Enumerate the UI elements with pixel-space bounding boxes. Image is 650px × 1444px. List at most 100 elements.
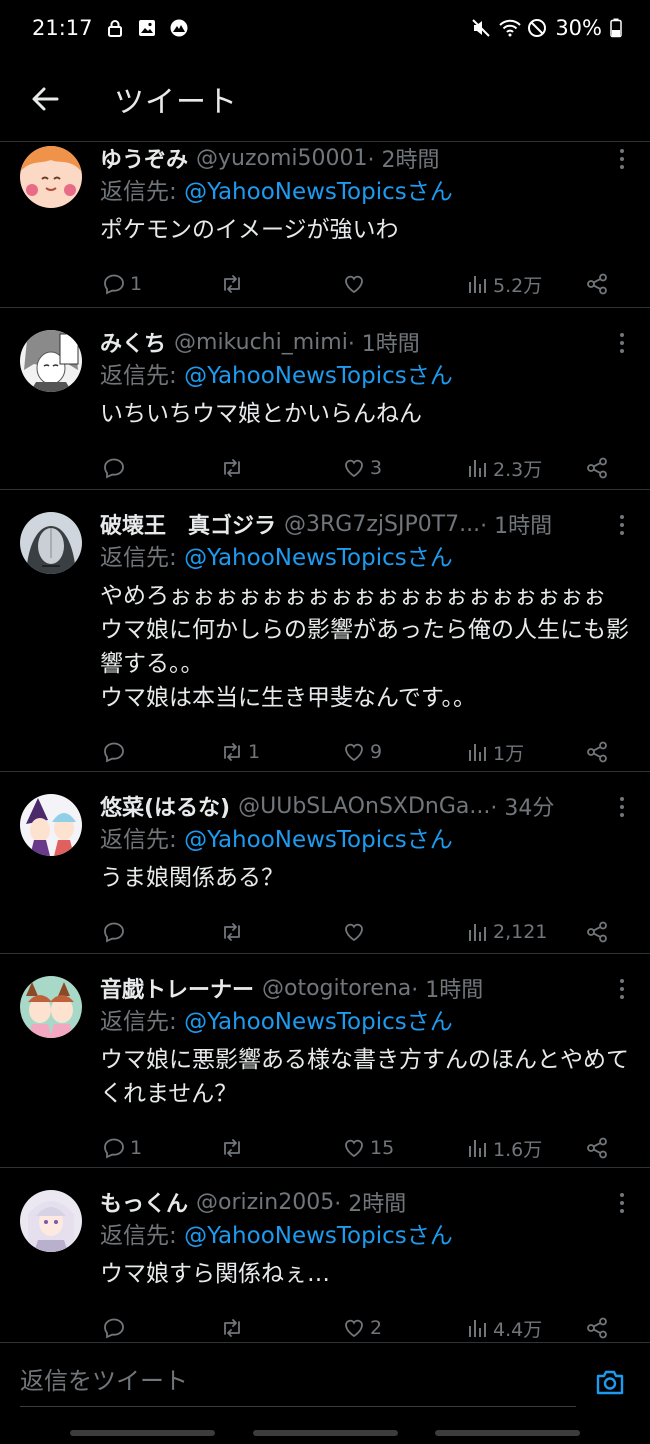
retweet-button[interactable] bbox=[220, 909, 248, 955]
retweet-button[interactable]: 1 bbox=[220, 729, 260, 775]
tweet-item[interactable]: 破壊王 真ゴジラ @3RG7zjSJP0T7... · 1時間 返信先: @Ya… bbox=[0, 490, 650, 772]
tweet-author-name[interactable]: 音戯トレーナー bbox=[100, 972, 254, 1004]
tweet-author-name[interactable]: みくち bbox=[100, 326, 166, 358]
nav-segment-recents[interactable] bbox=[435, 1430, 580, 1436]
replying-to-link[interactable]: @YahooNewsTopicsさん bbox=[184, 545, 453, 571]
more-options-button[interactable] bbox=[610, 510, 634, 540]
more-options-button[interactable] bbox=[610, 328, 634, 358]
tweet-time: · 1時間 bbox=[347, 332, 420, 357]
retweet-button[interactable] bbox=[220, 1125, 248, 1171]
tweet-author-handle[interactable]: @mikuchi_mimi bbox=[174, 330, 348, 355]
replying-to-link[interactable]: @YahooNewsTopicsさん bbox=[184, 363, 453, 389]
like-button[interactable]: 9 bbox=[342, 729, 382, 775]
nav-segment-home[interactable] bbox=[253, 1430, 398, 1436]
tweet-actions: 2 4.4万 bbox=[100, 1305, 650, 1342]
tweet-item[interactable]: ゆうぞみ @yuzomi50001 · 2時間 返信先: @YahooNewsT… bbox=[0, 142, 650, 308]
avatar[interactable] bbox=[20, 976, 82, 1038]
heart-icon bbox=[345, 459, 363, 478]
tweet-time: · 1時間 bbox=[411, 978, 484, 1003]
replying-to-link[interactable]: @YahooNewsTopicsさん bbox=[184, 1009, 453, 1035]
tweet-author-name[interactable]: 破壊王 真ゴジラ bbox=[100, 508, 276, 540]
share-icon bbox=[587, 1317, 607, 1339]
reply-input[interactable] bbox=[20, 1356, 576, 1407]
reply-button[interactable] bbox=[102, 909, 130, 955]
replying-to: 返信先: @YahooNewsTopicsさん bbox=[100, 358, 650, 394]
replying-to-label: 返信先: bbox=[100, 1009, 185, 1035]
share-button[interactable] bbox=[585, 445, 609, 491]
reply-button[interactable]: 1 bbox=[102, 1125, 142, 1171]
more-options-button[interactable] bbox=[610, 1188, 634, 1218]
tweet-author-handle[interactable]: @otogitorena bbox=[262, 976, 411, 1001]
tweet-time: · 2時間 bbox=[334, 1192, 407, 1217]
tweet-author-name[interactable]: 悠菜(はるな) bbox=[100, 790, 230, 822]
tweet-item[interactable]: 悠菜(はるな) @UUbSLAOnSXDnGa... · 34分 返信先: @Y… bbox=[0, 772, 650, 954]
tweet-author-handle[interactable]: @3RG7zjSJP0T7... bbox=[284, 512, 480, 537]
like-count: 2 bbox=[370, 1317, 383, 1339]
tweet-author-handle[interactable]: @UUbSLAOnSXDnGa... bbox=[238, 794, 490, 819]
views-button[interactable]: 1.6万 bbox=[465, 1125, 542, 1171]
reply-feed[interactable]: ゆうぞみ @yuzomi50001 · 2時間 返信先: @YahooNewsT… bbox=[0, 142, 650, 1342]
reply-icon bbox=[104, 1318, 124, 1339]
replying-to-link[interactable]: @YahooNewsTopicsさん bbox=[184, 1223, 453, 1249]
replying-to-link[interactable]: @YahooNewsTopicsさん bbox=[184, 179, 453, 205]
tweet-item[interactable]: もっくん @orizin2005 · 2時間 返信先: @YahooNewsTo… bbox=[0, 1168, 650, 1342]
battery-percent: 30% bbox=[555, 16, 602, 40]
more-options-button[interactable] bbox=[610, 144, 634, 174]
like-button[interactable]: 15 bbox=[342, 1125, 394, 1171]
avatar[interactable] bbox=[20, 330, 82, 392]
views-button[interactable]: 2.3万 bbox=[465, 445, 542, 491]
reply-button[interactable] bbox=[102, 445, 130, 491]
mute-icon bbox=[471, 18, 491, 38]
share-icon bbox=[587, 273, 607, 295]
reply-icon bbox=[104, 1138, 124, 1159]
share-button[interactable] bbox=[585, 1125, 609, 1171]
reply-composer bbox=[0, 1342, 650, 1420]
heart-icon bbox=[345, 923, 363, 942]
views-button[interactable]: 4.4万 bbox=[465, 1305, 542, 1342]
status-time: 21:17 bbox=[32, 16, 93, 40]
tweet-item[interactable]: 音戯トレーナー @otogitorena · 1時間 返信先: @YahooNe… bbox=[0, 954, 650, 1168]
camera-button[interactable] bbox=[590, 1362, 630, 1402]
tweet-author-name[interactable]: ゆうぞみ bbox=[100, 142, 188, 174]
nav-segment-back[interactable] bbox=[70, 1430, 215, 1436]
replying-to-label: 返信先: bbox=[100, 827, 185, 853]
reply-button[interactable] bbox=[102, 729, 130, 775]
tweet-author-handle[interactable]: @yuzomi50001 bbox=[196, 146, 368, 171]
views-button[interactable]: 2,121 bbox=[465, 909, 547, 955]
tweet-author-name[interactable]: もっくん bbox=[100, 1186, 188, 1218]
share-button[interactable] bbox=[585, 729, 609, 775]
avatar[interactable] bbox=[20, 146, 82, 208]
retweet-button[interactable] bbox=[220, 445, 248, 491]
avatar[interactable] bbox=[20, 512, 82, 574]
tweet-time: · 2時間 bbox=[367, 148, 440, 173]
like-button[interactable]: 3 bbox=[342, 445, 382, 491]
share-button[interactable] bbox=[585, 1305, 609, 1342]
retweet-button[interactable] bbox=[220, 1305, 248, 1342]
more-options-button[interactable] bbox=[610, 974, 634, 1004]
share-icon bbox=[587, 741, 607, 763]
tweet-text: うま娘関係ある？ bbox=[100, 865, 284, 891]
replying-to-link[interactable]: @YahooNewsTopicsさん bbox=[184, 827, 453, 853]
views-button[interactable]: 1万 bbox=[465, 729, 524, 775]
reply-icon bbox=[104, 922, 124, 943]
like-button[interactable] bbox=[342, 909, 370, 955]
more-options-button[interactable] bbox=[610, 792, 634, 822]
share-button[interactable] bbox=[585, 261, 609, 307]
reply-icon bbox=[104, 742, 124, 763]
retweet-button[interactable] bbox=[220, 261, 248, 307]
analytics-icon bbox=[469, 744, 486, 761]
tweet-actions: 1 9 1万 bbox=[100, 729, 650, 775]
avatar[interactable] bbox=[20, 794, 82, 856]
share-button[interactable] bbox=[585, 909, 609, 955]
back-button[interactable] bbox=[0, 56, 90, 142]
view-count: 4.4万 bbox=[493, 1318, 543, 1341]
reply-button[interactable]: 1 bbox=[102, 261, 142, 307]
tweet-item[interactable]: みくち @mikuchi_mimi · 1時間 返信先: @YahooNewsT… bbox=[0, 308, 650, 490]
tweet-author-handle[interactable]: @orizin2005 bbox=[196, 1190, 334, 1215]
like-button[interactable] bbox=[342, 261, 370, 307]
view-count: 5.2万 bbox=[493, 274, 543, 297]
views-button[interactable]: 5.2万 bbox=[465, 261, 542, 307]
avatar[interactable] bbox=[20, 1190, 82, 1252]
like-button[interactable]: 2 bbox=[342, 1305, 382, 1342]
reply-button[interactable] bbox=[102, 1305, 130, 1342]
